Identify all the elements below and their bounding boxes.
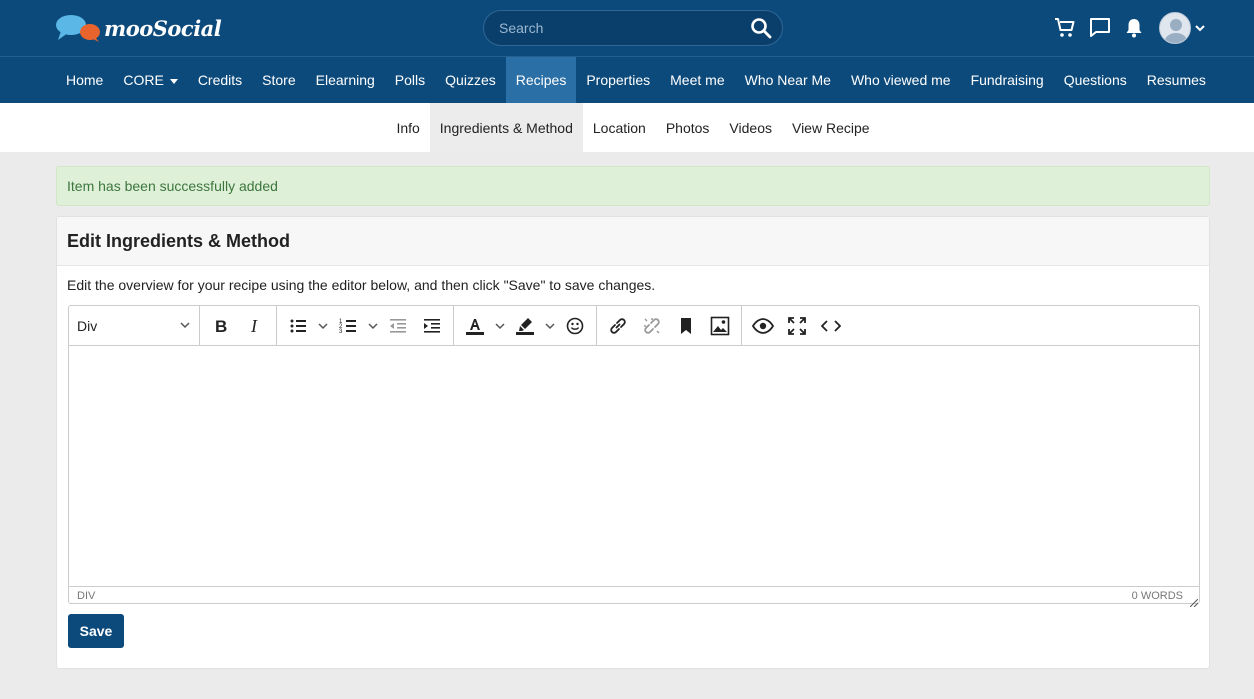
nav-item-label: Home	[66, 72, 104, 88]
nav-item-label: Who Near Me	[744, 72, 831, 88]
bookmark-icon[interactable]	[669, 310, 703, 342]
nav-item-credits[interactable]: Credits	[188, 57, 252, 103]
nav-item-polls[interactable]: Polls	[385, 57, 435, 103]
indent-icon[interactable]	[415, 310, 449, 342]
italic-icon[interactable]: I	[238, 310, 272, 342]
search-input[interactable]	[499, 11, 739, 45]
tab-view-recipe[interactable]: View Recipe	[782, 103, 880, 152]
tab-photos[interactable]: Photos	[656, 103, 720, 152]
brand-logo[interactable]: mooSocial	[55, 13, 222, 43]
nav-item-label: Questions	[1063, 72, 1127, 88]
text-color-icon[interactable]	[458, 310, 492, 342]
nav-item-store[interactable]: Store	[252, 57, 305, 103]
block-format-select[interactable]: Div	[69, 306, 199, 346]
chevron-down-icon[interactable]	[542, 310, 558, 342]
nav-item-fundraising[interactable]: Fundraising	[961, 57, 1054, 103]
bell-icon[interactable]	[1122, 16, 1146, 40]
tab-videos[interactable]: Videos	[719, 103, 782, 152]
nav-item-who-viewed-me[interactable]: Who viewed me	[841, 57, 961, 103]
bullet-list-icon[interactable]	[281, 310, 315, 342]
nav-item-resumes[interactable]: Resumes	[1137, 57, 1216, 103]
nav-item-label: Store	[262, 72, 296, 88]
format-group: Div	[69, 305, 200, 346]
nav-item-quizzes[interactable]: Quizzes	[435, 57, 506, 103]
top-bar: mooSocial	[0, 0, 1254, 56]
svg-text:3: 3	[339, 329, 343, 335]
edit-panel: Edit Ingredients & Method Edit the overv…	[56, 216, 1210, 669]
tab-location[interactable]: Location	[583, 103, 656, 152]
tab-info[interactable]: Info	[386, 103, 429, 152]
chevron-down-icon[interactable]	[1194, 21, 1206, 33]
nav-item-questions[interactable]: Questions	[1054, 57, 1137, 103]
svg-text:B: B	[215, 317, 227, 335]
tab-ingredients-method[interactable]: Ingredients & Method	[429, 103, 583, 152]
brand-name: mooSocial	[104, 15, 222, 41]
block-format-value: Div	[77, 317, 98, 334]
text-style-group: B I	[200, 305, 277, 346]
nav-item-label: Credits	[197, 72, 243, 88]
success-alert: Item has been successfully added	[56, 166, 1210, 206]
svg-text:I: I	[250, 317, 258, 335]
editor-statusbar: DIV 0 WORDS	[69, 586, 1199, 604]
user-avatar[interactable]	[1159, 12, 1191, 44]
highlight-color-icon[interactable]	[508, 310, 542, 342]
save-button[interactable]: Save	[68, 614, 124, 648]
nav-item-label: Meet me	[670, 72, 725, 88]
rich-text-editor: Div B I 123 DIV 0 WORDS	[68, 305, 1200, 608]
image-icon[interactable]	[703, 310, 737, 342]
chevron-down-icon[interactable]	[315, 310, 331, 342]
editor-toolbar: Div B I 123	[69, 305, 1199, 346]
chevron-down-icon[interactable]	[492, 310, 508, 342]
resize-handle-icon[interactable]	[1189, 594, 1199, 608]
nav-item-label: CORE	[123, 72, 164, 88]
nav-item-label: Polls	[394, 72, 426, 88]
nav-item-meet-me[interactable]: Meet me	[660, 57, 734, 103]
color-group	[454, 305, 597, 346]
element-path[interactable]: DIV	[77, 590, 95, 602]
nav-item-core[interactable]: CORE	[113, 57, 187, 103]
nav-item-label: Who viewed me	[850, 72, 951, 88]
word-count: 0 WORDS	[1131, 589, 1183, 602]
nav-item-properties[interactable]: Properties	[576, 57, 660, 103]
caret-down-icon	[169, 78, 178, 84]
source-code-icon[interactable]	[814, 310, 848, 342]
nav-item-label: Elearning	[315, 72, 375, 88]
list-group: 123	[277, 305, 454, 346]
recipe-sub-nav: Info Ingredients & Method Location Photo…	[0, 103, 1254, 152]
preview-eye-icon[interactable]	[746, 310, 780, 342]
nav-item-label: Quizzes	[445, 72, 496, 88]
nav-item-label: Fundraising	[970, 72, 1044, 88]
unlink-icon[interactable]	[635, 310, 669, 342]
nav-item-elearning[interactable]: Elearning	[306, 57, 385, 103]
panel-description: Edit the overview for your recipe using …	[67, 277, 656, 293]
nav-item-label: Recipes	[515, 72, 567, 88]
view-group	[742, 306, 852, 346]
nav-item-home[interactable]: Home	[56, 57, 113, 103]
outdent-icon[interactable]	[381, 310, 415, 342]
bold-icon[interactable]: B	[204, 310, 238, 342]
insert-group	[597, 305, 742, 346]
logo-bubbles-icon	[55, 13, 101, 43]
fullscreen-icon[interactable]	[780, 310, 814, 342]
nav-item-who-near-me[interactable]: Who Near Me	[735, 57, 841, 103]
chevron-down-icon[interactable]	[365, 310, 381, 342]
search-box	[483, 10, 783, 46]
nav-item-recipes[interactable]: Recipes	[505, 57, 577, 103]
link-icon[interactable]	[601, 310, 635, 342]
numbered-list-icon[interactable]: 123	[331, 310, 365, 342]
main-nav: Home CORE Credits Store Elearning Polls …	[0, 56, 1254, 103]
nav-item-label: Properties	[586, 72, 651, 88]
cart-icon[interactable]	[1053, 16, 1077, 40]
editor-content-area[interactable]	[69, 346, 1199, 586]
panel-title: Edit Ingredients & Method	[57, 217, 1209, 266]
search-icon[interactable]	[750, 17, 772, 39]
emoji-icon[interactable]	[558, 310, 592, 342]
nav-item-label: Resumes	[1146, 72, 1206, 88]
chevron-down-icon	[179, 318, 191, 334]
chat-icon[interactable]	[1088, 16, 1112, 40]
